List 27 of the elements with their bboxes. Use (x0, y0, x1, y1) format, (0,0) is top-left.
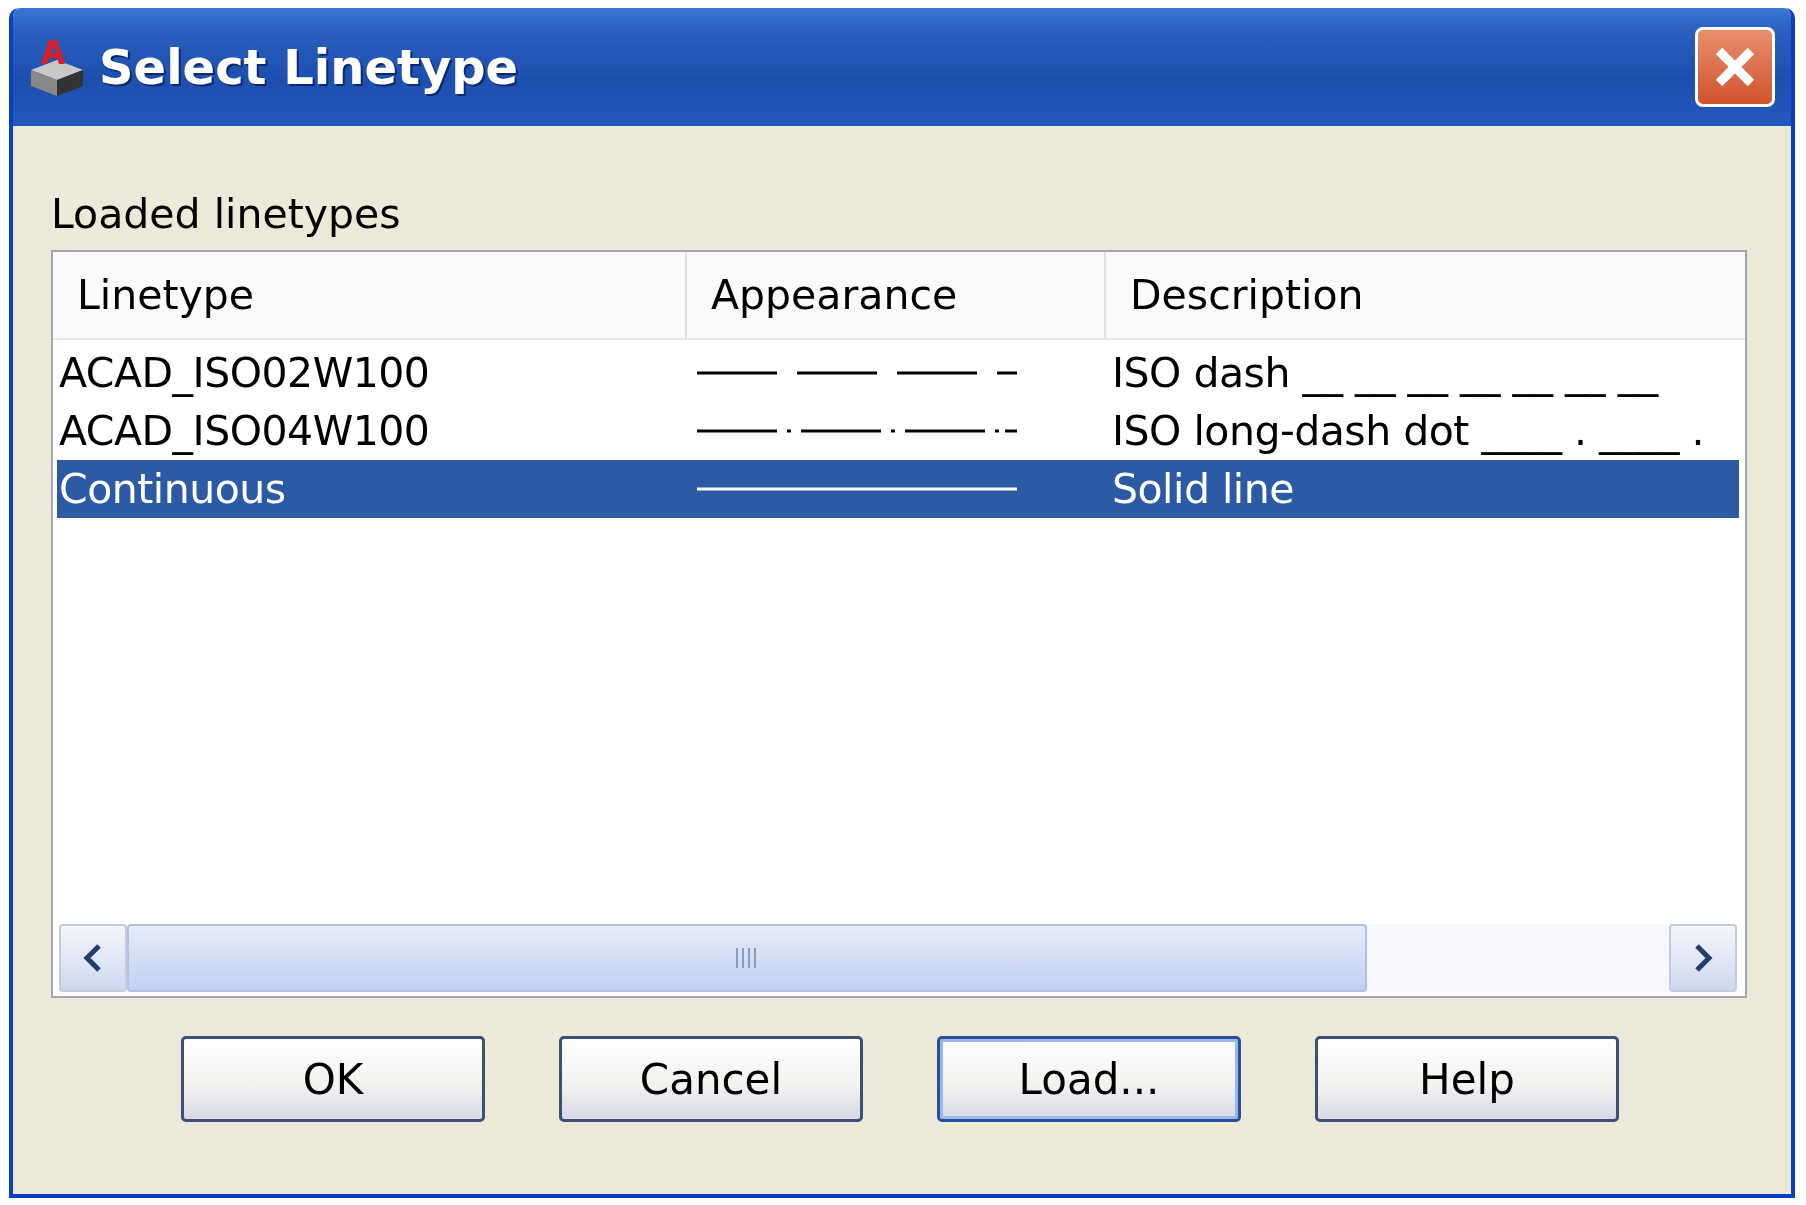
grip-icon (735, 946, 759, 970)
list-row[interactable]: ACAD_ISO02W100 ISO dash __ __ __ __ __ __ __ (57, 344, 1739, 402)
linetype-description: ISO long-dash dot ____ . ____ . (1111, 407, 1706, 455)
list-row[interactable]: Continuous Solid line (57, 460, 1739, 518)
linetype-name: ACAD_ISO04W100 (58, 407, 431, 455)
dialog-button[interactable]: Help (1315, 1036, 1619, 1122)
close-icon (1713, 45, 1757, 89)
linetype-name: Continuous (58, 465, 287, 513)
scroll-right-button[interactable] (1669, 924, 1737, 992)
chevron-left-icon (83, 944, 103, 972)
dialog-button[interactable]: Load... (937, 1036, 1241, 1122)
list-row[interactable]: ACAD_ISO04W100 ISO long-dash dot ____ . ____ . (57, 402, 1739, 460)
scroll-thumb[interactable] (127, 924, 1367, 992)
window-title: Select Linetype (99, 39, 520, 95)
dialog-button[interactable]: OK (181, 1036, 485, 1122)
close-button[interactable] (1695, 27, 1775, 107)
horizontal-scrollbar[interactable] (59, 924, 1737, 992)
column-header[interactable]: Description (1106, 252, 1745, 338)
linetype-description: Solid line (1111, 465, 1295, 513)
column-header[interactable]: Appearance (687, 252, 1106, 338)
dialog-button[interactable]: Cancel (559, 1036, 863, 1122)
chevron-right-icon (1693, 944, 1713, 972)
linetype-name: ACAD_ISO02W100 (58, 349, 431, 397)
column-header[interactable]: Linetype (53, 252, 687, 338)
group-label: Loaded linetypes (51, 190, 402, 238)
linetype-description: ISO dash __ __ __ __ __ __ __ (1111, 349, 1660, 397)
scroll-left-button[interactable] (59, 924, 127, 992)
